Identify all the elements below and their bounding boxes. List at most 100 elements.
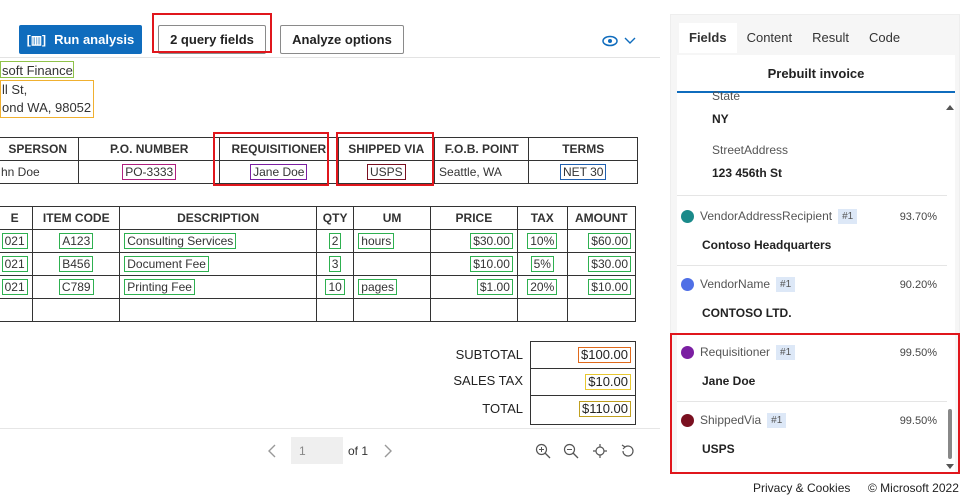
total-label: TOTAL (482, 401, 523, 416)
tab-fields[interactable]: Fields (679, 23, 737, 53)
cell-code: A123 (32, 229, 121, 253)
field-label: State (712, 89, 741, 103)
col-um: UM (353, 206, 431, 230)
field-label: StreetAddress (712, 143, 789, 157)
field-vendor-address-recipient[interactable]: VendorAddressRecipient #1 93.70% Contoso … (681, 209, 951, 252)
cell-um (353, 252, 431, 276)
cell-um: hours (353, 229, 431, 253)
pager: 1 of 1 (0, 428, 660, 472)
cell-po-number: PO-3333 (78, 160, 221, 184)
zoom-in-icon[interactable] (535, 443, 551, 459)
row2-qty: 3 (328, 256, 342, 272)
subtotal-label: SUBTOTAL (455, 347, 523, 362)
run-analysis-button[interactable]: [▥] Run analysis (19, 25, 142, 54)
total-cell: $110.00 (531, 396, 635, 424)
field-badge: #1 (776, 277, 796, 293)
field-value: 123 456th St (712, 166, 783, 180)
cell-price: $1.00 (429, 275, 518, 299)
field-value: CONTOSO LTD. (702, 306, 792, 321)
highlight-query-fields (152, 13, 272, 53)
field-label: VendorAddressRecipient (700, 209, 833, 223)
field-label: VendorName (700, 277, 771, 291)
rotate-icon[interactable] (620, 443, 636, 459)
line-items-table: E ITEM CODE DESCRIPTION QTY UM PRICE TAX… (0, 206, 637, 322)
results-tabs: Fields Content Result Code (679, 23, 910, 53)
divider (677, 195, 947, 196)
row1-date: 021 (1, 233, 28, 249)
col-fob-point: F.O.B. POINT (434, 137, 530, 161)
scroll-up-icon[interactable] (945, 103, 955, 111)
row3-amount: $10.00 (588, 279, 631, 295)
eye-icon (602, 35, 618, 47)
field-vendor-name[interactable]: VendorName #1 90.20% CONTOSO LTD. (681, 277, 951, 320)
col-item-code: ITEM CODE (32, 206, 121, 230)
copyright: © Microsoft 2022 (868, 481, 959, 495)
row3-desc: Printing Fee (124, 279, 195, 295)
row2-price: $10.00 (470, 256, 513, 272)
fit-page-icon[interactable] (592, 443, 608, 459)
page-count: of 1 (348, 444, 369, 458)
cell-tax: 20% (516, 275, 568, 299)
cell-desc: Consulting Services (119, 229, 317, 253)
row2-tax: 5% (530, 256, 554, 272)
cell-amount: $30.00 (566, 252, 637, 276)
cell-salesperson: hn Doe (0, 160, 80, 184)
row1-desc: Consulting Services (124, 233, 237, 249)
field-badge: #1 (838, 209, 858, 225)
address-line-2: ll St, (2, 82, 28, 97)
run-analysis-label: Run analysis (54, 32, 135, 47)
col-terms: TERMS (528, 137, 638, 161)
row2-desc: Document Fee (124, 256, 209, 272)
table-row: 021 B456 Document Fee 3 $10.00 5% $30.00 (0, 252, 637, 276)
tab-content[interactable]: Content (737, 23, 803, 53)
row3-qty: 10 (325, 279, 345, 295)
privacy-link[interactable]: Privacy & Cookies (753, 481, 850, 495)
cell-price: $10.00 (429, 252, 518, 276)
col-price: PRICE (429, 206, 518, 230)
field-confidence: 93.70% (899, 211, 937, 223)
view-toggle[interactable] (600, 32, 640, 48)
cell-qty: 10 (315, 275, 355, 299)
col-tax: TAX (516, 206, 568, 230)
highlight-requisitioner (213, 132, 329, 186)
address-line-3: ond WA, 98052 (2, 100, 92, 115)
footer: Privacy & Cookies © Microsoft 2022 (670, 476, 970, 500)
field-street-address[interactable]: StreetAddress 123 456th St (712, 143, 955, 180)
subtotal-value: $100.00 (578, 347, 631, 363)
analyze-options-label: Analyze options (292, 32, 392, 47)
cell-price: $30.00 (429, 229, 518, 253)
col-date: E (0, 206, 34, 230)
invoice-document: soft Finance ll St, ond WA, 98052 SPERSO… (0, 58, 660, 428)
cell-qty: 2 (315, 229, 355, 253)
cell-amount: $60.00 (566, 229, 637, 253)
col-qty: QTY (315, 206, 355, 230)
cell-um: pages (353, 275, 431, 299)
highlight-query-results (670, 333, 960, 474)
sales-tax-value: $10.00 (585, 374, 631, 390)
total-value: $110.00 (578, 401, 631, 417)
chevron-right-icon[interactable] (383, 444, 393, 458)
cell-date: 021 (0, 252, 34, 276)
row3-date: 021 (1, 279, 28, 295)
scan-icon: [▥] (26, 32, 47, 47)
field-state[interactable]: State NY (712, 89, 955, 126)
field-value: Contoso Headquarters (702, 238, 832, 253)
chevron-left-icon[interactable] (267, 444, 277, 458)
subtotal-cell: $100.00 (531, 342, 635, 369)
po-number-value: PO-3333 (122, 164, 177, 180)
cell-code: B456 (32, 252, 121, 276)
terms-value: NET 30 (559, 164, 607, 180)
zoom-out-icon[interactable] (563, 443, 579, 459)
analyze-options-button[interactable]: Analyze options (280, 25, 404, 54)
page-number-input[interactable]: 1 (291, 437, 343, 464)
table-row: 021 A123 Consulting Services 2 hours $30… (0, 229, 637, 253)
color-dot (681, 210, 694, 224)
field-confidence: 90.20% (899, 279, 937, 291)
tab-code[interactable]: Code (859, 23, 910, 53)
cell-tax: 5% (516, 252, 568, 276)
color-dot (681, 278, 694, 292)
table-row: 021 C789 Printing Fee 10 pages $1.00 20%… (0, 275, 637, 299)
row1-um: hours (358, 233, 395, 249)
tab-result[interactable]: Result (802, 23, 859, 53)
row1-tax: 10% (527, 233, 558, 249)
